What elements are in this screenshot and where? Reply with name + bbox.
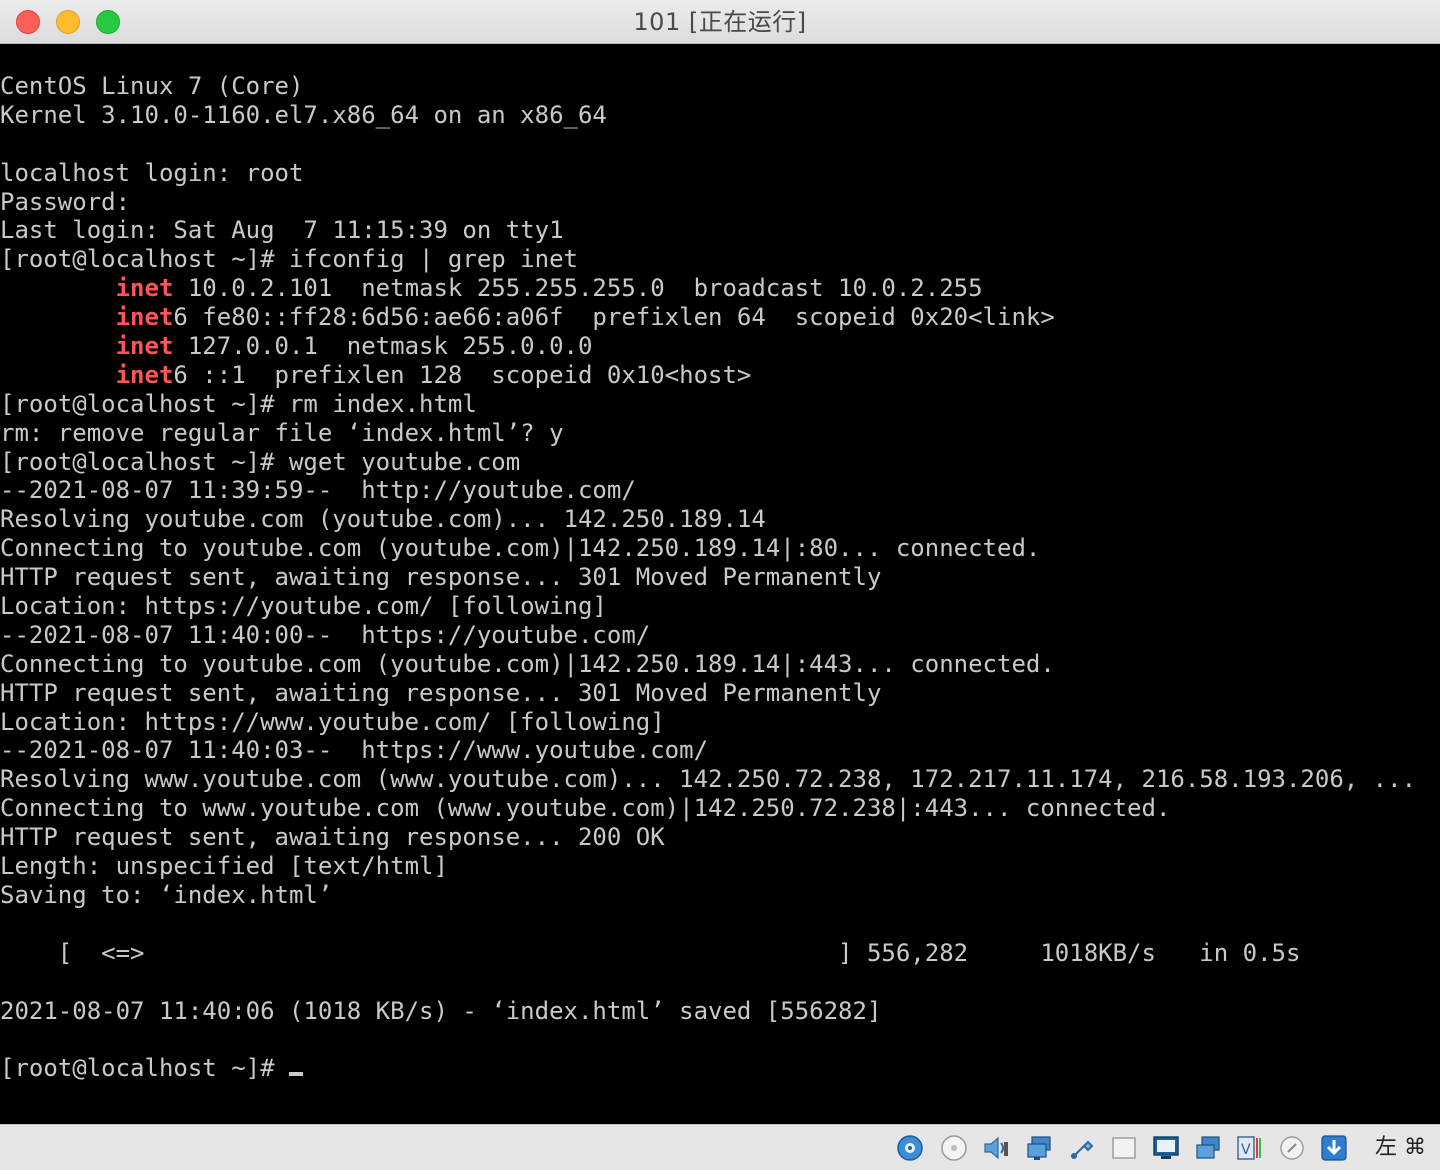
grep-match-highlight: inet xyxy=(115,360,174,389)
network-icon[interactable] xyxy=(1026,1134,1054,1162)
terminal-text: Connecting to youtube.com (youtube.com)|… xyxy=(0,534,1041,563)
terminal-line: Password: xyxy=(0,188,1416,217)
terminal-line: Location: https://www.youtube.com/ [foll… xyxy=(0,708,1416,737)
terminal-text: 127.0.0.1 netmask 255.0.0.0 xyxy=(173,332,593,361)
terminal-line: 2021-08-07 11:40:06 (1018 KB/s) - ‘index… xyxy=(0,997,1416,1026)
terminal-line: --2021-08-07 11:40:00-- https://youtube.… xyxy=(0,621,1416,650)
terminal-line: Resolving www.youtube.com (www.youtube.c… xyxy=(0,765,1416,794)
terminal-text: Password: xyxy=(0,187,131,216)
vm-console-screen[interactable]: CentOS Linux 7 (Core) Kernel 3.10.0-1160.… xyxy=(0,44,1440,1124)
host-key-indicator[interactable]: 左 ⌘ xyxy=(1375,1125,1426,1170)
terminal-line: [ <=> ] 556,282 1018KB/s in 0.5s xyxy=(0,939,1416,968)
terminal-text: HTTP request sent, awaiting response... … xyxy=(0,563,882,592)
terminal-line: [root@localhost ~]# wget youtube.com xyxy=(0,448,1416,477)
usb-icon[interactable] xyxy=(1068,1134,1096,1162)
terminal-line: [root@localhost ~]# rm index.html xyxy=(0,390,1416,419)
terminal-text: Location: https://www.youtube.com/ [foll… xyxy=(0,707,665,736)
terminal-text: HTTP request sent, awaiting response... … xyxy=(0,823,665,852)
terminal-text: 6 fe80::ff28:6d56:ae66:a06f prefixlen 64… xyxy=(173,303,1055,332)
vrde-icon[interactable]: V xyxy=(1236,1134,1264,1162)
terminal-text: [root@localhost ~]# xyxy=(0,1054,289,1083)
grep-match-highlight: inet xyxy=(115,274,174,303)
terminal-line: inet6 fe80::ff28:6d56:ae66:a06f prefixle… xyxy=(0,303,1416,332)
terminal-text: 2021-08-07 11:40:06 (1018 KB/s) - ‘index… xyxy=(0,996,882,1025)
terminal-line: Last login: Sat Aug 7 11:15:39 on tty1 xyxy=(0,216,1416,245)
terminal-line: HTTP request sent, awaiting response... … xyxy=(0,679,1416,708)
terminal-line: --2021-08-07 11:39:59-- http://youtube.c… xyxy=(0,476,1416,505)
terminal-text: localhost login: root xyxy=(0,158,304,187)
text-cursor xyxy=(288,1072,303,1077)
terminal-text: Location: https://youtube.com/ [followin… xyxy=(0,592,607,621)
terminal-text: rm: remove regular file ‘index.html’? y xyxy=(0,418,564,447)
terminal-text: [root@localhost ~]# rm index.html xyxy=(0,389,477,418)
terminal-line: inet 127.0.0.1 netmask 255.0.0.0 xyxy=(0,332,1416,361)
terminal-line: localhost login: root xyxy=(0,159,1416,188)
terminal-line: Connecting to youtube.com (youtube.com)|… xyxy=(0,534,1416,563)
terminal-text: --2021-08-07 11:39:59-- http://youtube.c… xyxy=(0,476,636,505)
keyboard-capture-icon[interactable] xyxy=(1320,1134,1348,1162)
video-capture-icon[interactable] xyxy=(1194,1134,1222,1162)
terminal-line: [root@localhost ~]# xyxy=(0,1054,1416,1083)
display-icon[interactable] xyxy=(1152,1134,1180,1162)
terminal-line: CentOS Linux 7 (Core) xyxy=(0,72,1416,101)
virtualbox-vm-window: 101 [正在运行] CentOS Linux 7 (Core) Kernel 3… xyxy=(0,0,1440,1170)
terminal-output: CentOS Linux 7 (Core) Kernel 3.10.0-1160.… xyxy=(0,72,1416,1083)
terminal-text: HTTP request sent, awaiting response... … xyxy=(0,678,882,707)
terminal-line: --2021-08-07 11:40:03-- https://www.yout… xyxy=(0,736,1416,765)
terminal-text: 6 ::1 prefixlen 128 scopeid 0x10<host> xyxy=(173,360,752,389)
terminal-text: [ <=> ] 556,282 1018KB/s in 0.5s xyxy=(0,938,1301,967)
terminal-text: Connecting to youtube.com (youtube.com)|… xyxy=(0,649,1055,678)
grep-match-highlight: inet xyxy=(115,332,174,361)
terminal-line: [root@localhost ~]# ifconfig | grep inet xyxy=(0,245,1416,274)
terminal-text: Last login: Sat Aug 7 11:15:39 on tty1 xyxy=(0,216,564,245)
terminal-line: inet 10.0.2.101 netmask 255.255.255.0 br… xyxy=(0,274,1416,303)
hard-disk-icon[interactable] xyxy=(896,1134,924,1162)
svg-text:V: V xyxy=(1241,1142,1251,1158)
window-title: 101 [正在运行] xyxy=(633,8,807,36)
terminal-text: CentOS Linux 7 (Core) xyxy=(0,72,304,100)
terminal-text: Saving to: ‘index.html’ xyxy=(0,880,333,909)
status-bar: V 左 ⌘ xyxy=(0,1124,1440,1170)
terminal-text: [root@localhost ~]# ifconfig | grep inet xyxy=(0,245,578,274)
terminal-line: Length: unspecified [text/html] xyxy=(0,852,1416,881)
optical-drive-icon[interactable] xyxy=(940,1134,968,1162)
terminal-text: 10.0.2.101 netmask 255.255.255.0 broadca… xyxy=(173,274,983,303)
terminal-line: Connecting to youtube.com (youtube.com)|… xyxy=(0,650,1416,679)
terminal-line: Location: https://youtube.com/ [followin… xyxy=(0,592,1416,621)
terminal-text: Connecting to www.youtube.com (www.youtu… xyxy=(0,794,1171,823)
grep-match-highlight: inet xyxy=(115,303,174,332)
terminal-line: HTTP request sent, awaiting response... … xyxy=(0,823,1416,852)
terminal-line: Connecting to www.youtube.com (www.youtu… xyxy=(0,794,1416,823)
terminal-text: --2021-08-07 11:40:03-- https://www.yout… xyxy=(0,736,709,765)
mouse-integration-icon[interactable] xyxy=(1278,1134,1306,1162)
terminal-text: Length: unspecified [text/html] xyxy=(0,852,448,881)
terminal-text: --2021-08-07 11:40:00-- https://youtube.… xyxy=(0,620,651,649)
terminal-line: inet6 ::1 prefixlen 128 scopeid 0x10<hos… xyxy=(0,361,1416,390)
terminal-line: Resolving youtube.com (youtube.com)... 1… xyxy=(0,505,1416,534)
terminal-line: rm: remove regular file ‘index.html’? y xyxy=(0,419,1416,448)
terminal-line: Kernel 3.10.0-1160.el7.x86_64 on an x86_… xyxy=(0,101,1416,130)
terminal-text: Resolving youtube.com (youtube.com)... 1… xyxy=(0,505,766,534)
terminal-line: HTTP request sent, awaiting response... … xyxy=(0,563,1416,592)
terminal-text: Resolving www.youtube.com (www.youtube.c… xyxy=(0,765,1417,794)
audio-icon[interactable] xyxy=(982,1134,1010,1162)
terminal-text: [root@localhost ~]# wget youtube.com xyxy=(0,447,521,476)
terminal-line: Saving to: ‘index.html’ xyxy=(0,881,1416,910)
title-bar[interactable]: 101 [正在运行] xyxy=(0,0,1440,44)
shared-folders-icon[interactable] xyxy=(1110,1134,1138,1162)
terminal-text: Kernel 3.10.0-1160.el7.x86_64 on an x86_… xyxy=(0,100,607,129)
